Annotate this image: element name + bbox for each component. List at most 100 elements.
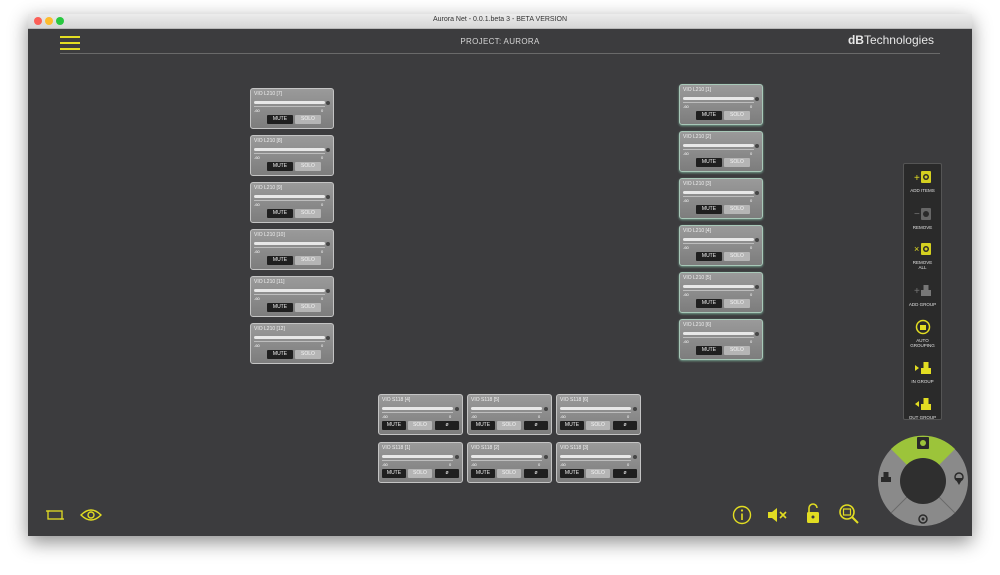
phase-button[interactable]: ø: [435, 469, 459, 478]
level-slider[interactable]: [683, 332, 754, 335]
module-right-4[interactable]: VIO L210 [4] -60 0 MUTE SOLO: [679, 225, 763, 266]
solo-button[interactable]: SOLO: [295, 256, 321, 265]
phase-button[interactable]: ø: [435, 421, 459, 430]
solo-button[interactable]: SOLO: [408, 421, 432, 430]
eye-icon[interactable]: [80, 508, 102, 522]
solo-button[interactable]: SOLO: [408, 469, 432, 478]
mute-button[interactable]: MUTE: [560, 421, 584, 430]
mute-button[interactable]: MUTE: [267, 350, 293, 359]
mute-button[interactable]: MUTE: [267, 256, 293, 265]
level-slider[interactable]: [683, 285, 754, 288]
mute-button[interactable]: MUTE: [696, 346, 722, 355]
auto-grouping-button[interactable]: AUTO GROUPING: [904, 319, 941, 348]
mute-button[interactable]: MUTE: [471, 469, 495, 478]
level-slider[interactable]: [382, 407, 453, 410]
mute-button[interactable]: MUTE: [267, 162, 293, 171]
mute-button[interactable]: MUTE: [382, 469, 406, 478]
module-right-2[interactable]: VIO L210 [2] -60 0 MUTE SOLO: [679, 131, 763, 172]
module-sub-1[interactable]: VIO S118 [1] -60 0 MUTE SOLO ø: [378, 442, 463, 483]
solo-button[interactable]: SOLO: [497, 469, 521, 478]
mute-button[interactable]: MUTE: [696, 158, 722, 167]
level-slider[interactable]: [254, 148, 325, 151]
module-right-1[interactable]: VIO L210 [1] -60 0 MUTE SOLO: [679, 84, 763, 125]
solo-button[interactable]: SOLO: [724, 299, 750, 308]
level-slider[interactable]: [471, 407, 542, 410]
mute-button[interactable]: MUTE: [696, 205, 722, 214]
solo-button[interactable]: SOLO: [295, 115, 321, 124]
module-sub-4[interactable]: VIO S118 [4] -60 0 MUTE SOLO ø: [378, 394, 463, 435]
module-left-2[interactable]: VIO L210 [8] -60 0 MUTE SOLO: [250, 135, 334, 176]
module-left-6[interactable]: VIO L210 [12] -60 0 MUTE SOLO: [250, 323, 334, 364]
solo-button[interactable]: SOLO: [497, 421, 521, 430]
mute-button[interactable]: MUTE: [560, 469, 584, 478]
module-left-1[interactable]: VIO L210 [7] -60 0 MUTE SOLO: [250, 88, 334, 129]
out-group-button[interactable]: OUT GROUP: [904, 396, 941, 420]
level-slider[interactable]: [560, 407, 631, 410]
solo-button[interactable]: SOLO: [295, 350, 321, 359]
solo-button[interactable]: SOLO: [724, 111, 750, 120]
phase-button[interactable]: ø: [613, 421, 637, 430]
module-right-6[interactable]: VIO L210 [6] -60 0 MUTE SOLO: [679, 319, 763, 360]
solo-button[interactable]: SOLO: [724, 252, 750, 261]
solo-button[interactable]: SOLO: [724, 205, 750, 214]
solo-button[interactable]: SOLO: [295, 162, 321, 171]
solo-button[interactable]: SOLO: [295, 209, 321, 218]
module-left-4[interactable]: VIO L210 [10] -60 0 MUTE SOLO: [250, 229, 334, 270]
solo-button[interactable]: SOLO: [586, 421, 610, 430]
module-title: VIO L210 [11]: [254, 279, 285, 285]
level-slider[interactable]: [471, 455, 542, 458]
fit-screen-icon[interactable]: [46, 509, 64, 521]
title-bar: Aurora Net - 0.0.1.beta 3 - BETA VERSION: [28, 14, 972, 29]
speaker-mute-icon[interactable]: [767, 506, 789, 524]
mute-button[interactable]: MUTE: [696, 299, 722, 308]
info-icon[interactable]: [732, 505, 752, 525]
mode-dial[interactable]: [877, 435, 969, 527]
mute-button[interactable]: MUTE: [696, 252, 722, 261]
add-group-button[interactable]: + ADD GROUP: [904, 283, 941, 307]
status-led: [755, 97, 759, 101]
zoom-icon[interactable]: [838, 503, 860, 525]
window-title: Aurora Net - 0.0.1.beta 3 - BETA VERSION: [432, 16, 568, 23]
unlock-icon[interactable]: [805, 503, 821, 525]
level-slider[interactable]: [560, 455, 631, 458]
module-title: VIO L210 [4]: [683, 228, 712, 234]
status-led: [326, 242, 330, 246]
mute-button[interactable]: MUTE: [696, 111, 722, 120]
phase-button[interactable]: ø: [524, 421, 548, 430]
mute-button[interactable]: MUTE: [471, 421, 495, 430]
add-items-button[interactable]: + ADD ITEMS: [904, 169, 941, 193]
module-left-5[interactable]: VIO L210 [11] -60 0 MUTE SOLO: [250, 276, 334, 317]
mute-button[interactable]: MUTE: [267, 115, 293, 124]
mute-button[interactable]: MUTE: [382, 421, 406, 430]
module-left-3[interactable]: VIO L210 [9] -60 0 MUTE SOLO: [250, 182, 334, 223]
in-group-button[interactable]: IN GROUP: [904, 360, 941, 384]
status-led: [326, 101, 330, 105]
project-title: PROJECT: AURORA: [460, 37, 540, 46]
remove-all-button[interactable]: × REMOVE ALL: [904, 241, 941, 270]
solo-button[interactable]: SOLO: [724, 346, 750, 355]
remove-button[interactable]: − REMOVE: [904, 206, 941, 230]
mute-button[interactable]: MUTE: [267, 303, 293, 312]
phase-button[interactable]: ø: [613, 469, 637, 478]
phase-button[interactable]: ø: [524, 469, 548, 478]
solo-button[interactable]: SOLO: [724, 158, 750, 167]
level-slider[interactable]: [254, 195, 325, 198]
solo-button[interactable]: SOLO: [586, 469, 610, 478]
mute-button[interactable]: MUTE: [267, 209, 293, 218]
module-right-3[interactable]: VIO L210 [3] -60 0 MUTE SOLO: [679, 178, 763, 219]
level-slider[interactable]: [382, 455, 453, 458]
module-right-5[interactable]: VIO L210 [5] -60 0 MUTE SOLO: [679, 272, 763, 313]
level-slider[interactable]: [683, 144, 754, 147]
level-slider[interactable]: [683, 97, 754, 100]
module-sub-5[interactable]: VIO S118 [5] -60 0 MUTE SOLO ø: [467, 394, 552, 435]
level-slider[interactable]: [683, 191, 754, 194]
module-sub-6[interactable]: VIO S118 [6] -60 0 MUTE SOLO ø: [556, 394, 641, 435]
level-slider[interactable]: [683, 238, 754, 241]
module-sub-3[interactable]: VIO S118 [3] -60 0 MUTE SOLO ø: [556, 442, 641, 483]
solo-button[interactable]: SOLO: [295, 303, 321, 312]
level-slider[interactable]: [254, 289, 325, 292]
module-sub-2[interactable]: VIO S118 [2] -60 0 MUTE SOLO ø: [467, 442, 552, 483]
level-slider[interactable]: [254, 336, 325, 339]
level-slider[interactable]: [254, 242, 325, 245]
level-slider[interactable]: [254, 101, 325, 104]
